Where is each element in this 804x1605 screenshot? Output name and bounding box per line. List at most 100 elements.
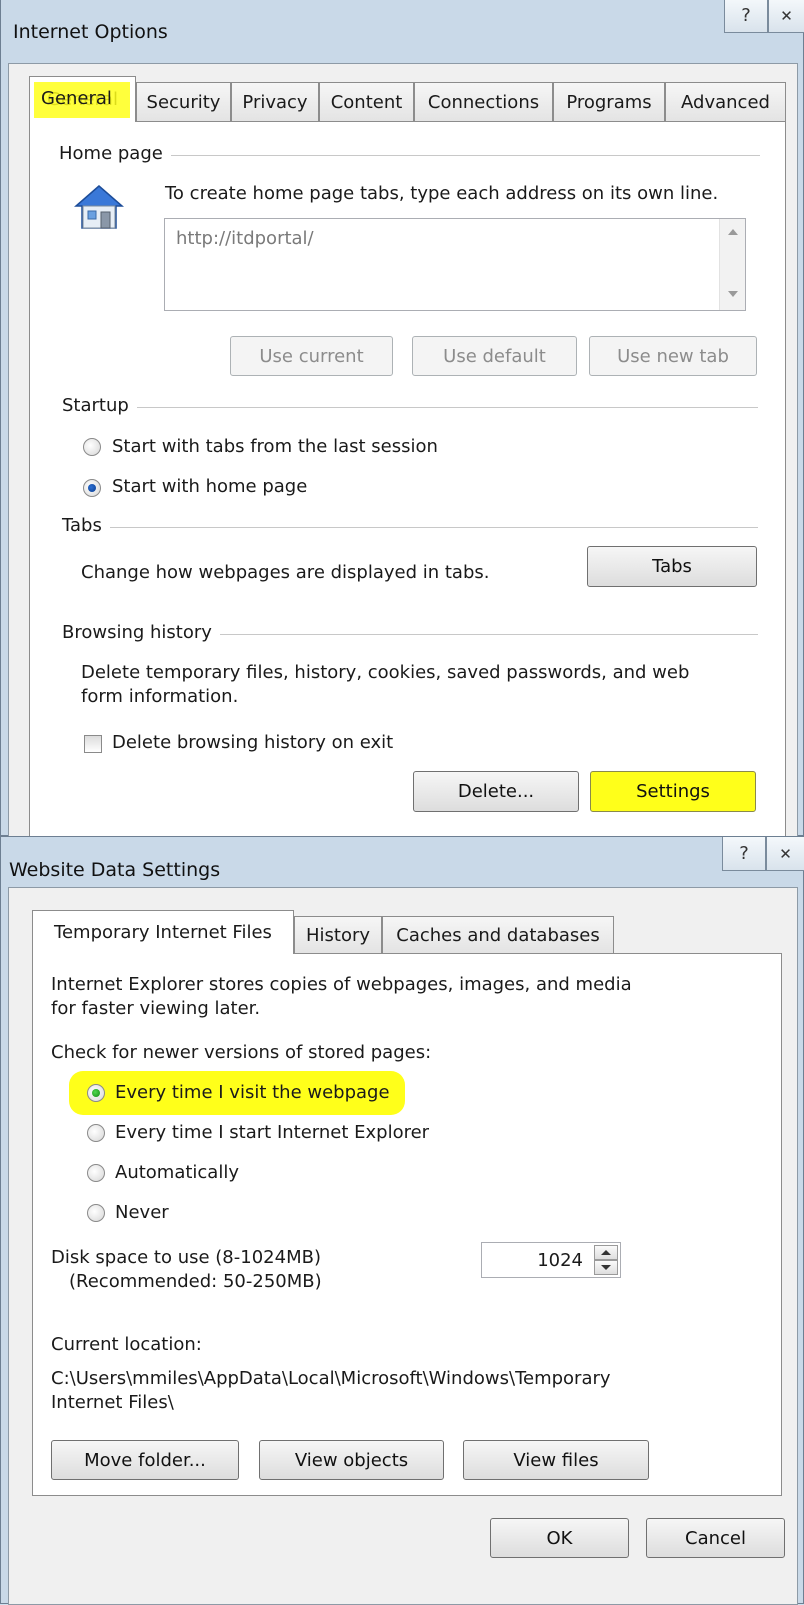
wds-help-button[interactable]: ? [722,837,766,871]
startup-last-session-label[interactable]: Start with tabs from the last session [112,436,438,457]
home-page-url-value: http://itdportal/ [176,228,314,249]
delete-on-exit-checkbox[interactable] [84,735,102,753]
close-icon: ✕ [780,6,793,25]
tab-security[interactable]: Security [136,82,231,122]
internet-options-client: General General Security Privacy Content… [8,63,798,838]
wds-description-2: for faster viewing later. [51,998,261,1019]
disk-space-recommended: (Recommended: 50-250MB) [69,1271,322,1292]
home-page-url-scrollbar[interactable] [719,219,745,310]
check-newer-versions-label: Check for newer versions of stored pages… [51,1042,432,1063]
website-data-client: Temporary Internet Files History Caches … [8,887,798,1605]
spinner-up-button[interactable] [594,1245,618,1260]
scroll-up-icon[interactable] [728,229,738,235]
startup-home-page-label[interactable]: Start with home page [112,476,307,497]
house-icon [74,185,124,229]
use-new-tab-button[interactable]: Use new tab [589,336,757,376]
startup-group-label: Startup [62,395,137,416]
delete-button[interactable]: Delete... [413,771,579,812]
tab-history-label: History [305,925,371,946]
temporary-files-panel: Internet Explorer stores copies of webpa… [32,953,782,1496]
ok-label: OK [546,1527,573,1549]
every-visit-label[interactable]: Every time I visit the webpage [115,1082,390,1103]
tab-programs-label: Programs [566,92,652,113]
tab-connections-label: Connections [427,92,540,113]
tab-content-label: Content [330,92,403,113]
delete-button-label: Delete... [457,781,535,802]
home-page-url-field[interactable]: http://itdportal/ [164,218,746,311]
disk-space-value[interactable]: 1024 [537,1250,583,1271]
tabs-group-label: Tabs [62,515,110,536]
every-start-radio[interactable] [87,1124,105,1142]
internet-options-window: Internet Options ? ✕ General General Sec… [0,0,804,838]
general-panel: Home page To create home page tabs, type… [29,121,786,838]
wds-close-button[interactable]: ✕ [766,837,804,871]
current-location-label: Current location: [51,1334,202,1355]
view-files-label: View files [513,1449,599,1471]
every-start-label[interactable]: Every time I start Internet Explorer [115,1122,429,1143]
move-folder-label: Move folder... [84,1449,206,1471]
tab-advanced[interactable]: Advanced [665,82,786,122]
tab-temporary-internet-files[interactable]: Temporary Internet Files [32,910,294,954]
tabs-button-label: Tabs [652,556,692,577]
use-default-label: Use default [443,345,546,367]
website-data-settings-window: Website Data Settings ? ✕ Temporary Inte… [0,836,804,1605]
tab-caches-and-databases[interactable]: Caches and databases [382,916,614,954]
spinner-down-icon [601,1265,611,1270]
wds-help-icon: ? [739,843,749,864]
wds-description-1: Internet Explorer stores copies of webpa… [51,974,632,995]
startup-last-session-radio[interactable] [83,438,101,456]
tab-history[interactable]: History [294,916,382,954]
browsing-history-description-2: form information. [81,686,239,707]
settings-button-label: Settings [636,781,710,802]
delete-on-exit-label[interactable]: Delete browsing history on exit [112,732,393,753]
automatically-label[interactable]: Automatically [115,1162,239,1183]
scroll-down-icon[interactable] [728,291,738,297]
never-radio[interactable] [87,1204,105,1222]
disk-space-label: Disk space to use (8-1024MB) [51,1247,321,1268]
home-page-instruction: To create home page tabs, type each addr… [165,183,719,204]
ok-button[interactable]: OK [490,1518,629,1558]
tab-advanced-label: Advanced [681,92,770,113]
view-files-button[interactable]: View files [463,1440,649,1480]
tabs-button[interactable]: Tabs [587,546,757,587]
cancel-button[interactable]: Cancel [646,1518,785,1558]
website-data-titlebar[interactable]: Website Data Settings ? ✕ [1,837,804,893]
disk-space-spinner[interactable]: 1024 [481,1242,621,1278]
close-button[interactable]: ✕ [768,0,804,33]
internet-options-title: Internet Options [13,21,168,43]
help-icon: ? [741,5,751,26]
startup-divider [62,407,758,408]
tab-caches-label: Caches and databases [396,925,600,946]
tab-privacy-label: Privacy [242,92,308,113]
use-new-tab-label: Use new tab [617,345,729,367]
spinner-up-icon [601,1250,611,1255]
tab-security-label: Security [146,92,221,113]
tab-privacy[interactable]: Privacy [231,82,319,122]
use-default-button[interactable]: Use default [412,336,577,376]
every-visit-radio[interactable] [87,1084,105,1102]
use-current-label: Use current [259,345,364,367]
move-folder-button[interactable]: Move folder... [51,1440,239,1480]
tabs-divider [62,527,758,528]
tab-programs[interactable]: Programs [553,82,665,122]
tab-connections[interactable]: Connections [414,82,553,122]
help-button[interactable]: ? [724,0,768,33]
settings-button[interactable]: Settings [590,771,756,812]
browsing-history-group-label: Browsing history [62,622,220,643]
wds-close-icon: ✕ [779,844,792,863]
view-objects-label: View objects [294,1449,409,1471]
tabs-description: Change how webpages are displayed in tab… [81,562,490,583]
browsing-history-description-1: Delete temporary files, history, cookies… [81,662,690,683]
internet-options-titlebar[interactable]: Internet Options ? ✕ [1,0,804,55]
tab-content[interactable]: Content [319,82,414,122]
cancel-label: Cancel [685,1527,746,1549]
spinner-down-button[interactable] [594,1260,618,1275]
never-label[interactable]: Never [115,1202,169,1223]
automatically-radio[interactable] [87,1164,105,1182]
home-page-group-label: Home page [59,143,171,164]
website-data-title: Website Data Settings [9,859,221,881]
view-objects-button[interactable]: View objects [259,1440,444,1480]
use-current-button[interactable]: Use current [230,336,393,376]
startup-home-page-radio[interactable] [83,479,101,497]
current-location-path-2: Internet Files\ [51,1392,174,1413]
